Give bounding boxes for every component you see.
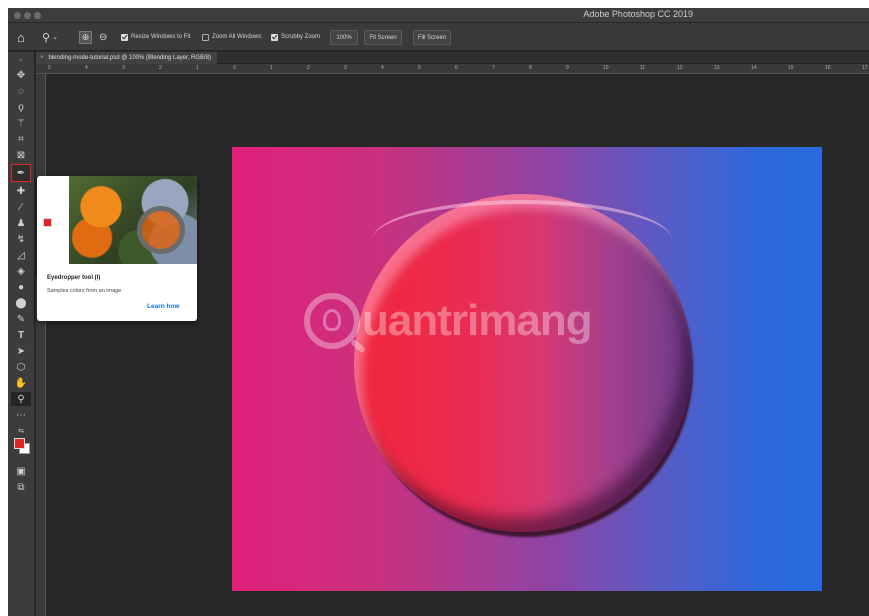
- zoom-in-mode-button[interactable]: ⊕: [79, 23, 92, 51]
- tooltip-preview-image: [69, 176, 197, 264]
- zoom-tool-preset-icon[interactable]: ⚲ ⌄: [42, 23, 58, 51]
- ruler-tick-label: 5: [418, 65, 421, 71]
- tooltip-title: Eyedropper tool (I): [47, 275, 101, 281]
- document-tab-bar: × blending-mode-tutorial.psd @ 100% (Ble…: [36, 52, 869, 64]
- blur-tool-icon[interactable]: ●: [11, 280, 31, 294]
- ruler-tick-label: 11: [640, 65, 646, 71]
- eyedropper-rich-tooltip: Eyedropper tool (I) Samples colors from …: [37, 176, 197, 321]
- shape-tool-icon[interactable]: ⬡: [11, 360, 31, 374]
- frame-tool-icon[interactable]: ⊠: [11, 148, 31, 162]
- ruler-tick-label: 1: [270, 65, 273, 71]
- foreground-color-swatch[interactable]: [14, 438, 25, 449]
- circle-highlight: [372, 200, 672, 280]
- swap-colors-icon[interactable]: ⇆: [11, 424, 31, 438]
- ruler-tick-label: 3: [344, 65, 347, 71]
- tools-panel: » ✥ ◌ ϙ ⚚ ⌗ ⊠ ✒ ✚ ⁄ ♟ ↯ ◿ ◈ ● ⬤ ✎ T ➤ ⬡ …: [8, 52, 35, 616]
- eyedropper-loupe-icon: [137, 206, 185, 254]
- ruler-tick-label: 7: [492, 65, 495, 71]
- watermark-logo-icon: [304, 293, 360, 349]
- zoom-out-mode-icon[interactable]: ⊖: [99, 23, 107, 51]
- ruler-tick-label: 4: [381, 65, 384, 71]
- eyedropper-tool-icon[interactable]: ✒: [11, 164, 31, 182]
- vertical-ruler[interactable]: [36, 74, 46, 616]
- fit-screen-button[interactable]: Fit Screen: [364, 30, 402, 45]
- ruler-tick-label: 8: [529, 65, 532, 71]
- history-brush-tool-icon[interactable]: ↯: [11, 232, 31, 246]
- panel-collapse-icon[interactable]: »: [11, 56, 31, 64]
- more-tools-icon[interactable]: ⋯: [11, 408, 31, 422]
- zoom-tool-icon[interactable]: ⚲: [11, 392, 31, 406]
- screen-mode-icon[interactable]: ⧉: [11, 480, 31, 494]
- pen-tool-icon[interactable]: ✎: [11, 312, 31, 326]
- options-bar: ⌂ ⚲ ⌄ ⊕ ⊖ Resize Windows to Fit Zoom All …: [8, 23, 869, 51]
- crop-tool-icon[interactable]: ⌗: [11, 132, 31, 146]
- gradient-tool-icon[interactable]: ◈: [11, 264, 31, 278]
- scrubby-zoom-checkbox[interactable]: Scrubby Zoom: [271, 23, 320, 51]
- watermark: uantrimang: [304, 293, 593, 349]
- tooltip-description: Samples colors from an image: [47, 288, 122, 294]
- resize-windows-checkbox[interactable]: Resize Windows to Fit: [121, 23, 190, 51]
- checkbox-unchecked-icon: [202, 33, 209, 41]
- lasso-tool-icon[interactable]: ϙ: [11, 100, 31, 114]
- eraser-tool-icon[interactable]: ◿: [11, 248, 31, 262]
- ruler-tick-label: 10: [603, 65, 609, 71]
- ruler-tick-label: 14: [751, 65, 757, 71]
- foreground-color-swatch: [43, 218, 52, 227]
- title-bar: Adobe Photoshop CC 2019: [8, 8, 869, 23]
- move-tool-icon[interactable]: ✥: [11, 68, 31, 82]
- magic-wand-tool-icon[interactable]: ⚚: [11, 116, 31, 130]
- scrubby-zoom-label: Scrubby Zoom: [281, 34, 321, 40]
- clone-stamp-tool-icon[interactable]: ♟: [11, 216, 31, 230]
- marquee-tool-icon[interactable]: ◌: [11, 84, 31, 98]
- resize-windows-label: Resize Windows to Fit: [131, 34, 191, 40]
- path-selection-tool-icon[interactable]: ➤: [11, 344, 31, 358]
- horizontal-ruler[interactable]: 5 4 3 2 1 0 1 2 3 4 5 6 7 8 9 10 11 12 13 14 15 16 17: [36, 64, 869, 74]
- ruler-tick-label: 2: [307, 65, 310, 71]
- ruler-tick-label: 13: [714, 65, 720, 71]
- ruler-tick-label: 4: [85, 65, 88, 71]
- dodge-tool-icon[interactable]: ⬤: [11, 296, 31, 310]
- bulb-icon: [323, 309, 341, 331]
- ruler-tick-label: 17: [862, 65, 868, 71]
- hand-tool-icon[interactable]: ✋: [11, 376, 31, 390]
- checkbox-checked-icon: [271, 33, 278, 41]
- quick-mask-icon[interactable]: ▣: [11, 464, 31, 478]
- ruler-tick-label: 16: [825, 65, 831, 71]
- brush-tool-icon[interactable]: ⁄: [11, 200, 31, 214]
- ruler-tick-label: 5: [48, 65, 51, 71]
- zoom-all-windows-checkbox[interactable]: Zoom All Windows: [202, 23, 261, 51]
- app-title: Adobe Photoshop CC 2019: [583, 9, 693, 19]
- document-tab-label: blending-mode-tutorial.psd @ 100% (Blend…: [48, 55, 212, 61]
- canvas-area[interactable]: uantrimang: [46, 74, 869, 616]
- zoom-all-windows-label: Zoom All Windows: [212, 34, 262, 40]
- checkbox-checked-icon: [121, 33, 128, 41]
- zoom-100-button[interactable]: 100%: [330, 30, 358, 45]
- close-tab-icon[interactable]: ×: [40, 55, 44, 61]
- ruler-tick-label: 6: [455, 65, 458, 71]
- home-icon[interactable]: ⌂: [17, 23, 25, 51]
- learn-how-link[interactable]: Learn how: [147, 303, 180, 310]
- document-tab[interactable]: × blending-mode-tutorial.psd @ 100% (Ble…: [36, 52, 218, 64]
- ruler-tick-label: 2: [159, 65, 162, 71]
- healing-brush-tool-icon[interactable]: ✚: [11, 184, 31, 198]
- ruler-tick-label: 3: [122, 65, 125, 71]
- ruler-tick-label: 12: [677, 65, 683, 71]
- ruler-tick-label: 9: [566, 65, 569, 71]
- circle-button-graphic: [354, 194, 692, 532]
- fill-screen-button[interactable]: Fill Screen: [413, 30, 451, 45]
- type-tool-icon[interactable]: T: [11, 328, 31, 342]
- watermark-text: uantrimang: [362, 296, 593, 345]
- ruler-tick-label: 1: [196, 65, 199, 71]
- ruler-tick-label: 15: [788, 65, 794, 71]
- document-canvas[interactable]: [232, 147, 822, 591]
- ruler-tick-label: 0: [233, 65, 236, 71]
